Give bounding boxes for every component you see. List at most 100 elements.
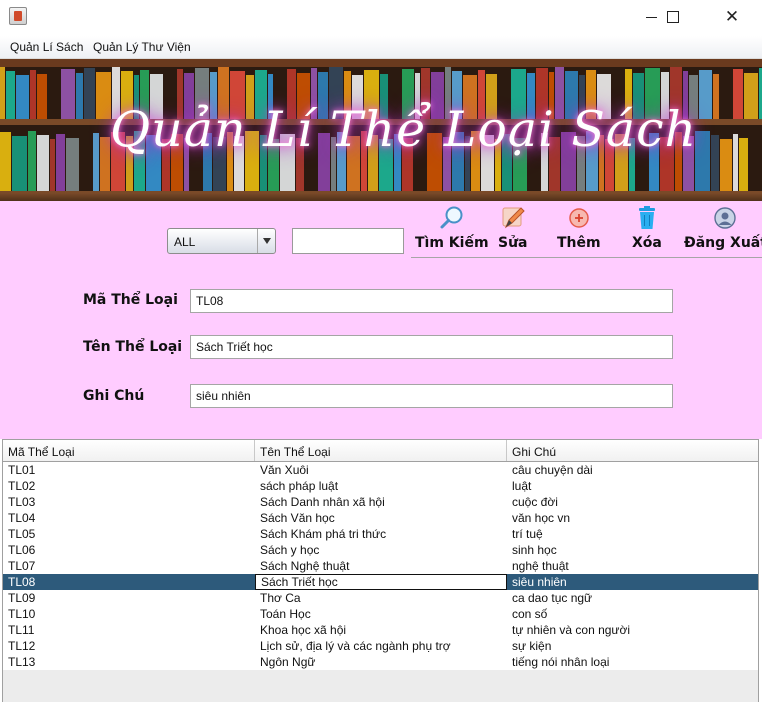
book-spine (0, 67, 5, 119)
book-spine (84, 68, 95, 119)
book-spine (699, 70, 712, 119)
book-spine (739, 138, 748, 191)
search-button-label: Tìm Kiếm (415, 235, 489, 251)
table-row[interactable]: TL10 Toán Học con số (3, 606, 758, 622)
book-spine (66, 138, 79, 191)
cell-note[interactable]: tự nhiên và con người (507, 622, 758, 638)
code-label: Mã Thể Loại (83, 292, 178, 308)
cell-note[interactable]: con số (507, 606, 758, 622)
cell-name[interactable]: Toán Học (255, 606, 507, 622)
table-body: TL01 Văn Xuôi câu chuyện dài TL02 sách pháp … (3, 462, 758, 670)
cell-code[interactable]: TL08 (3, 574, 255, 590)
add-button[interactable]: Thêm (557, 205, 601, 255)
cell-note[interactable]: cuộc đời (507, 494, 758, 510)
logout-button-label: Đăng Xuất (684, 235, 762, 251)
book-spine (30, 70, 36, 119)
column-header-name[interactable]: Tên Thể Loại (255, 440, 507, 461)
cell-code[interactable]: TL09 (3, 590, 255, 606)
cell-code[interactable]: TL05 (3, 526, 255, 542)
cell-name[interactable]: Sách Nghệ thuật (255, 558, 507, 574)
code-field[interactable]: TL08 (190, 289, 673, 313)
table-row[interactable]: TL02 sách pháp luật luật (3, 478, 758, 494)
cell-code[interactable]: TL07 (3, 558, 255, 574)
name-field[interactable]: Sách Triết học (190, 335, 673, 359)
table-row[interactable]: TL13 Ngôn Ngữ tiếng nói nhân loại (3, 654, 758, 670)
form-panel: ALL Tìm Kiếm Sửa Thêm Xóa Đăng Xuất Mã T… (0, 201, 762, 439)
banner-shadow (0, 193, 762, 201)
close-icon: ✕ (724, 6, 740, 27)
cell-name[interactable]: Sách Văn học (255, 510, 507, 526)
cell-name[interactable]: Khoa học xã hội (255, 622, 507, 638)
book-spine (733, 134, 738, 191)
cell-note[interactable]: tiếng nói nhân loại (507, 654, 758, 670)
cell-note[interactable]: sinh học (507, 542, 758, 558)
cell-note[interactable]: trí tuệ (507, 526, 758, 542)
category-table: Mã Thể Loại Tên Thể Loại Ghi Chú TL01 Văn… (2, 439, 759, 702)
delete-button[interactable]: Xóa (632, 205, 662, 255)
table-row[interactable]: TL11 Khoa học xã hội tự nhiên và con người (3, 622, 758, 638)
book-spine (93, 133, 99, 191)
cell-code[interactable]: TL10 (3, 606, 255, 622)
edit-button[interactable]: Sửa (498, 205, 528, 255)
cell-name[interactable]: sách pháp luật (255, 478, 507, 494)
table-row[interactable]: TL04 Sách Văn học văn học vn (3, 510, 758, 526)
close-button[interactable]: ✕ (709, 0, 755, 34)
maximize-button[interactable] (650, 0, 696, 34)
table-row[interactable]: TL08 Sách Triết học siêu nhiên (3, 574, 758, 590)
cell-note[interactable]: nghệ thuật (507, 558, 758, 574)
edit-button-label: Sửa (498, 235, 528, 251)
table-row[interactable]: TL05 Sách Khám phá tri thức trí tuệ (3, 526, 758, 542)
table-row[interactable]: TL12 Lịch sử, địa lý và các ngành phụ tr… (3, 638, 758, 654)
table-row[interactable]: TL03 Sách Danh nhân xã hội cuộc đời (3, 494, 758, 510)
title-bar: ✕ (0, 0, 762, 36)
cell-note[interactable]: câu chuyện dài (507, 462, 758, 478)
cell-note[interactable]: văn học vn (507, 510, 758, 526)
book-spine (6, 71, 15, 119)
search-input[interactable] (292, 228, 404, 254)
logout-button[interactable]: Đăng Xuất (684, 205, 762, 255)
cell-name[interactable]: Ngôn Ngữ (255, 654, 507, 670)
cell-note[interactable]: ca dao tục ngữ (507, 590, 758, 606)
cell-code[interactable]: TL04 (3, 510, 255, 526)
cell-name[interactable]: Sách Khám phá tri thức (255, 526, 507, 542)
cell-code[interactable]: TL12 (3, 638, 255, 654)
book-spine (16, 75, 29, 119)
note-field[interactable]: siêu nhiên (190, 384, 673, 408)
cell-name[interactable]: Thơ Ca (255, 590, 507, 606)
menu-quan-ly-thu-vien[interactable]: Quản Lý Thư Viện (93, 40, 191, 54)
action-toolbar: Tìm Kiếm Sửa Thêm Xóa Đăng Xuất (411, 201, 762, 258)
cell-code[interactable]: TL01 (3, 462, 255, 478)
cell-name[interactable]: Sách Danh nhân xã hội (255, 494, 507, 510)
search-filter-combobox[interactable]: ALL (167, 228, 276, 254)
cell-note[interactable]: siêu nhiên (507, 574, 758, 590)
cell-name[interactable]: Lịch sử, địa lý và các ngành phụ trợ (255, 638, 507, 654)
cell-code[interactable]: TL13 (3, 654, 255, 670)
cell-code[interactable]: TL02 (3, 478, 255, 494)
cell-note[interactable]: luật (507, 478, 758, 494)
table-header: Mã Thể Loại Tên Thể Loại Ghi Chú (3, 440, 758, 462)
book-spine (711, 135, 719, 191)
cell-code[interactable]: TL11 (3, 622, 255, 638)
book-spine (733, 69, 743, 119)
menu-quan-li-sach[interactable]: Quản Lí Sách (10, 40, 83, 54)
chevron-down-icon[interactable] (257, 229, 275, 253)
search-button[interactable]: Tìm Kiếm (415, 205, 489, 255)
book-spine (744, 73, 758, 119)
column-header-note[interactable]: Ghi Chú (507, 440, 758, 461)
java-app-icon (9, 7, 27, 25)
cell-code[interactable]: TL06 (3, 542, 255, 558)
cell-name[interactable]: Sách Triết học (255, 574, 507, 590)
column-header-code[interactable]: Mã Thể Loại (3, 440, 255, 461)
cell-name[interactable]: Sách y học (255, 542, 507, 558)
name-label: Tên Thể Loại (83, 339, 183, 355)
table-row[interactable]: TL07 Sách Nghệ thuật nghệ thuật (3, 558, 758, 574)
book-spine (28, 131, 36, 191)
cell-code[interactable]: TL03 (3, 494, 255, 510)
table-row[interactable]: TL01 Văn Xuôi câu chuyện dài (3, 462, 758, 478)
cell-note[interactable]: sự kiện (507, 638, 758, 654)
cell-name[interactable]: Văn Xuôi (255, 462, 507, 478)
table-row[interactable]: TL09 Thơ Ca ca dao tục ngữ (3, 590, 758, 606)
book-spine (12, 136, 27, 191)
book-spine (37, 74, 47, 119)
table-row[interactable]: TL06 Sách y học sinh học (3, 542, 758, 558)
